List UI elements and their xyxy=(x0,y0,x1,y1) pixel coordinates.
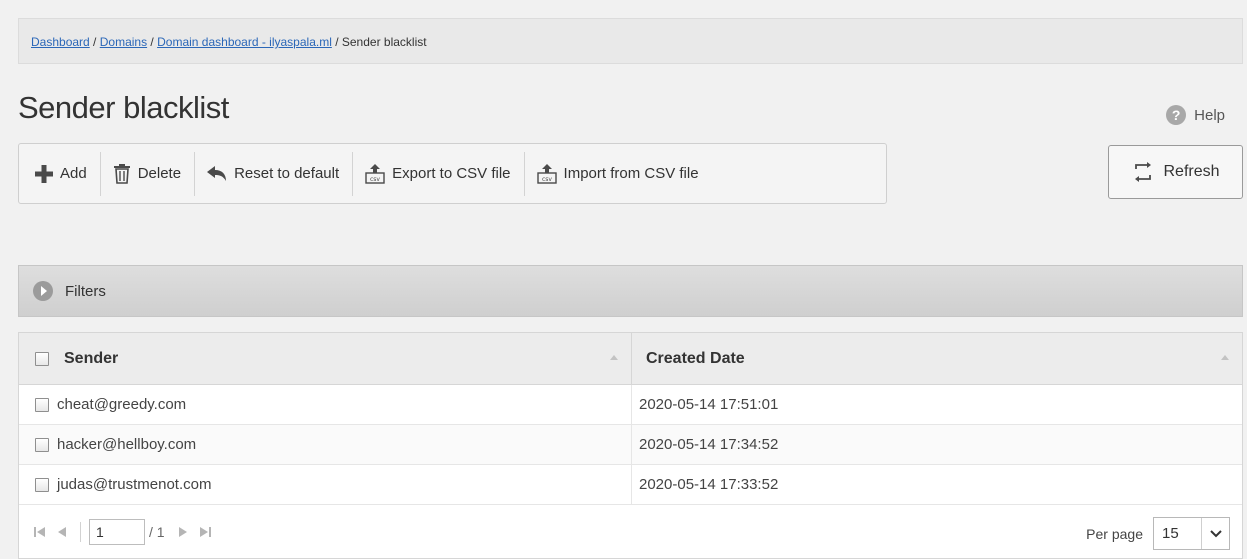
page-title: Sender blacklist xyxy=(18,90,229,125)
column-header-sender[interactable]: Sender xyxy=(19,333,632,384)
per-page-value: 15 xyxy=(1162,525,1179,542)
sender-cell: judas@trustmenot.com xyxy=(19,465,632,504)
row-checkbox[interactable] xyxy=(35,397,49,412)
add-button[interactable]: Add xyxy=(23,151,101,196)
csv-import-icon: csv xyxy=(536,163,557,184)
help-label: Help xyxy=(1194,106,1225,124)
import-csv-button[interactable]: csv Import from CSV file xyxy=(525,152,712,196)
svg-text:csv: csv xyxy=(370,176,380,183)
breadcrumb-separator: / xyxy=(331,35,342,49)
last-page-icon[interactable] xyxy=(197,524,213,540)
per-page-control: Per page 15 xyxy=(1086,517,1230,550)
table-row[interactable]: judas@trustmenot.com 2020-05-14 17:33:52 xyxy=(19,465,1242,505)
undo-icon xyxy=(207,165,227,181)
import-label: Import from CSV file xyxy=(563,165,699,182)
created-date-cell: 2020-05-14 17:33:52 xyxy=(639,476,779,493)
first-page-icon[interactable] xyxy=(32,524,48,540)
trash-icon xyxy=(113,163,130,184)
help-link[interactable]: ? Help xyxy=(1166,105,1225,125)
refresh-button[interactable]: Refresh xyxy=(1108,145,1243,199)
svg-text:csv: csv xyxy=(542,176,552,183)
add-label: Add xyxy=(60,165,87,182)
sort-arrow-icon xyxy=(1221,355,1229,360)
breadcrumb-separator: / xyxy=(147,35,158,49)
created-date-cell: 2020-05-14 17:34:52 xyxy=(639,436,779,453)
filters-label: Filters xyxy=(65,282,106,300)
sender-email: judas@trustmenot.com xyxy=(57,476,212,493)
page: Dashboard / Domains / Domain dashboard -… xyxy=(0,0,1247,559)
table-header: Sender Created Date xyxy=(19,333,1242,385)
created-date-cell: 2020-05-14 17:51:01 xyxy=(639,396,779,413)
breadcrumb-separator: / xyxy=(89,35,100,49)
row-checkbox[interactable] xyxy=(35,437,49,452)
select-all-checkbox[interactable] xyxy=(35,351,49,366)
csv-export-icon: csv xyxy=(365,163,385,184)
reset-label: Reset to default xyxy=(234,165,340,182)
breadcrumb-link-dashboard[interactable]: Dashboard xyxy=(31,35,90,49)
pager-divider xyxy=(80,521,81,542)
column-header-created-date[interactable]: Created Date xyxy=(632,333,1242,384)
reset-to-default-button[interactable]: Reset to default xyxy=(195,151,354,196)
column-label-created-date: Created Date xyxy=(646,349,745,367)
page-number-input[interactable]: 1 xyxy=(89,518,145,545)
export-csv-button[interactable]: csv Export to CSV file xyxy=(353,151,525,196)
help-icon: ? xyxy=(1166,105,1187,125)
delete-label: Delete xyxy=(137,165,182,182)
plus-icon xyxy=(35,164,53,183)
per-page-label: Per page xyxy=(1086,525,1143,542)
sender-email: hacker@hellboy.com xyxy=(57,436,197,453)
sender-cell: cheat@greedy.com xyxy=(19,385,632,424)
sender-table: Sender Created Date cheat@greedy.com 202… xyxy=(18,332,1243,559)
previous-page-icon[interactable] xyxy=(54,524,70,540)
sender-cell: hacker@hellboy.com xyxy=(19,425,632,464)
expand-arrow-icon xyxy=(33,281,53,301)
delete-button[interactable]: Delete xyxy=(101,151,196,196)
refresh-icon xyxy=(1135,162,1152,182)
next-page-icon[interactable] xyxy=(175,524,191,540)
table-row[interactable]: cheat@greedy.com 2020-05-14 17:51:01 xyxy=(19,385,1242,425)
breadcrumb: Dashboard / Domains / Domain dashboard -… xyxy=(18,18,1243,64)
page-total: / 1 xyxy=(149,523,165,540)
toolbar: Add Delete Reset to default csv Export t… xyxy=(18,143,887,204)
export-label: Export to CSV file xyxy=(392,165,511,182)
table-body: cheat@greedy.com 2020-05-14 17:51:01 hac… xyxy=(19,385,1242,505)
chevron-down-icon[interactable] xyxy=(1201,518,1229,549)
column-label-sender: Sender xyxy=(64,349,119,367)
filters-panel-toggle[interactable]: Filters xyxy=(18,265,1243,317)
row-checkbox[interactable] xyxy=(35,477,49,492)
breadcrumb-current: Sender blacklist xyxy=(341,35,427,49)
breadcrumb-link-domain-dashboard[interactable]: Domain dashboard - ilyaspala.ml xyxy=(157,35,332,49)
pagination-bar: 1 / 1 Per page 15 xyxy=(19,505,1242,558)
table-row[interactable]: hacker@hellboy.com 2020-05-14 17:34:52 xyxy=(19,425,1242,465)
sort-arrow-icon xyxy=(610,355,618,360)
refresh-label: Refresh xyxy=(1163,163,1220,180)
breadcrumb-link-domains[interactable]: Domains xyxy=(100,35,147,49)
per-page-select[interactable]: 15 xyxy=(1153,517,1230,550)
sender-email: cheat@greedy.com xyxy=(57,396,187,413)
